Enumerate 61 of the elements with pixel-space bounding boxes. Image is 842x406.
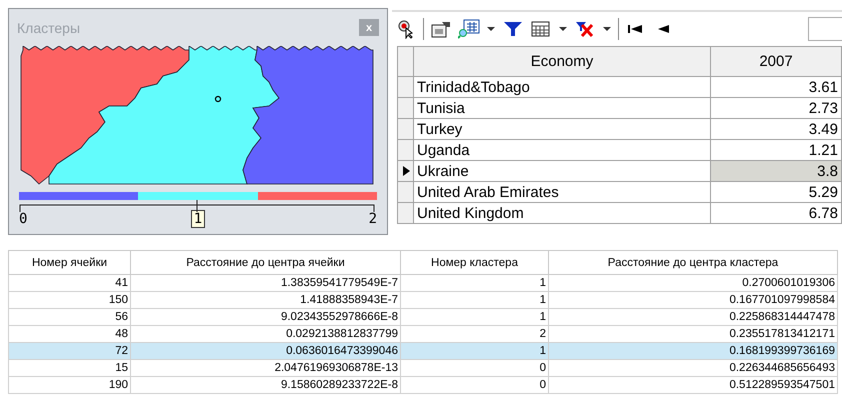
table-icon[interactable] [530,19,552,39]
table-cell: 2.73 [710,98,842,118]
table-cell: 0.0292138812837799 [130,326,400,342]
table-cell: 6.78 [710,202,842,224]
column-header[interactable]: Расстояние до центра ячейки [130,250,400,274]
axis-label: 2 [368,210,377,228]
table-cell: 1 [400,292,548,308]
table-cell: 0 [400,376,548,394]
properties-icon[interactable] [430,19,452,39]
table-cell: 0.167701097998584 [548,292,838,308]
panel-title: Кластеры [17,20,80,36]
table-cell: 56 [8,308,130,326]
table-cell: 3.49 [710,118,842,140]
table-cell: 41 [8,274,130,292]
table-cell: 3.61 [710,76,842,98]
table-cell: 5.29 [710,182,842,202]
table-cell: 0.235517813412171 [548,326,838,342]
table-cell: 0 [400,360,548,376]
table-cell: 1 [400,308,548,326]
table-cell: 0.225868314447478 [548,308,838,326]
table-cell: Trinidad&Tobago [414,76,710,98]
table-cell: Ukraine [414,160,710,182]
table-cell: 2.04761969306878E-13 [130,360,400,376]
column-header[interactable]: Economy [414,46,710,76]
table-cell: 0.168199399736169 [548,342,838,360]
table-cell: 0.226344685656493 [548,360,838,376]
table-cell: 0.0636016473399046 [130,342,400,360]
table-cell: Uganda [414,140,710,160]
table-cell: 1 [400,342,548,360]
clear-filter-icon[interactable] [574,19,596,39]
table-cell: 1 [400,274,548,292]
column-header[interactable]: Расстояние до центра кластера [548,250,838,274]
grid-search-icon[interactable] [458,19,480,39]
table-cell: 2 [400,326,548,342]
table-cell: 15 [8,360,130,376]
table-cell: 0.2700601019306 [548,274,838,292]
table-cell: 190 [8,376,130,394]
table-cell: United Kingdom [414,202,710,224]
table-cell: United Arab Emirates [414,182,710,202]
table-cell: 72 [8,342,130,360]
filter-icon[interactable] [502,19,524,39]
table-cell: 1.41888358943E-7 [130,292,400,308]
table-cell: 9.02343552978666E-8 [130,308,400,326]
table-cell: 1.21 [710,140,842,160]
dropdown-caret-icon[interactable] [486,25,496,33]
column-header[interactable]: Номер кластера [400,250,548,274]
axis-label: 0 [19,210,28,228]
table-cell: 9.15860289233722E-8 [130,376,400,394]
axis-label: 1 [190,210,206,228]
table-cell: 3.8 [710,160,842,182]
table-cell: 48 [8,326,130,342]
column-header[interactable]: 2007 [710,46,842,76]
dropdown-caret-icon[interactable] [558,25,568,33]
table-cell: 150 [8,292,130,308]
table-cell: 1.38359541779549E-7 [130,274,400,292]
table-cell: Turkey [414,118,710,140]
column-header[interactable]: Номер ячейки [8,250,130,274]
record-number-field[interactable] [808,17,842,41]
dropdown-caret-icon[interactable] [602,25,612,33]
table-cell: 0.512289593547501 [548,376,838,394]
table-cell: Tunisia [414,98,710,118]
